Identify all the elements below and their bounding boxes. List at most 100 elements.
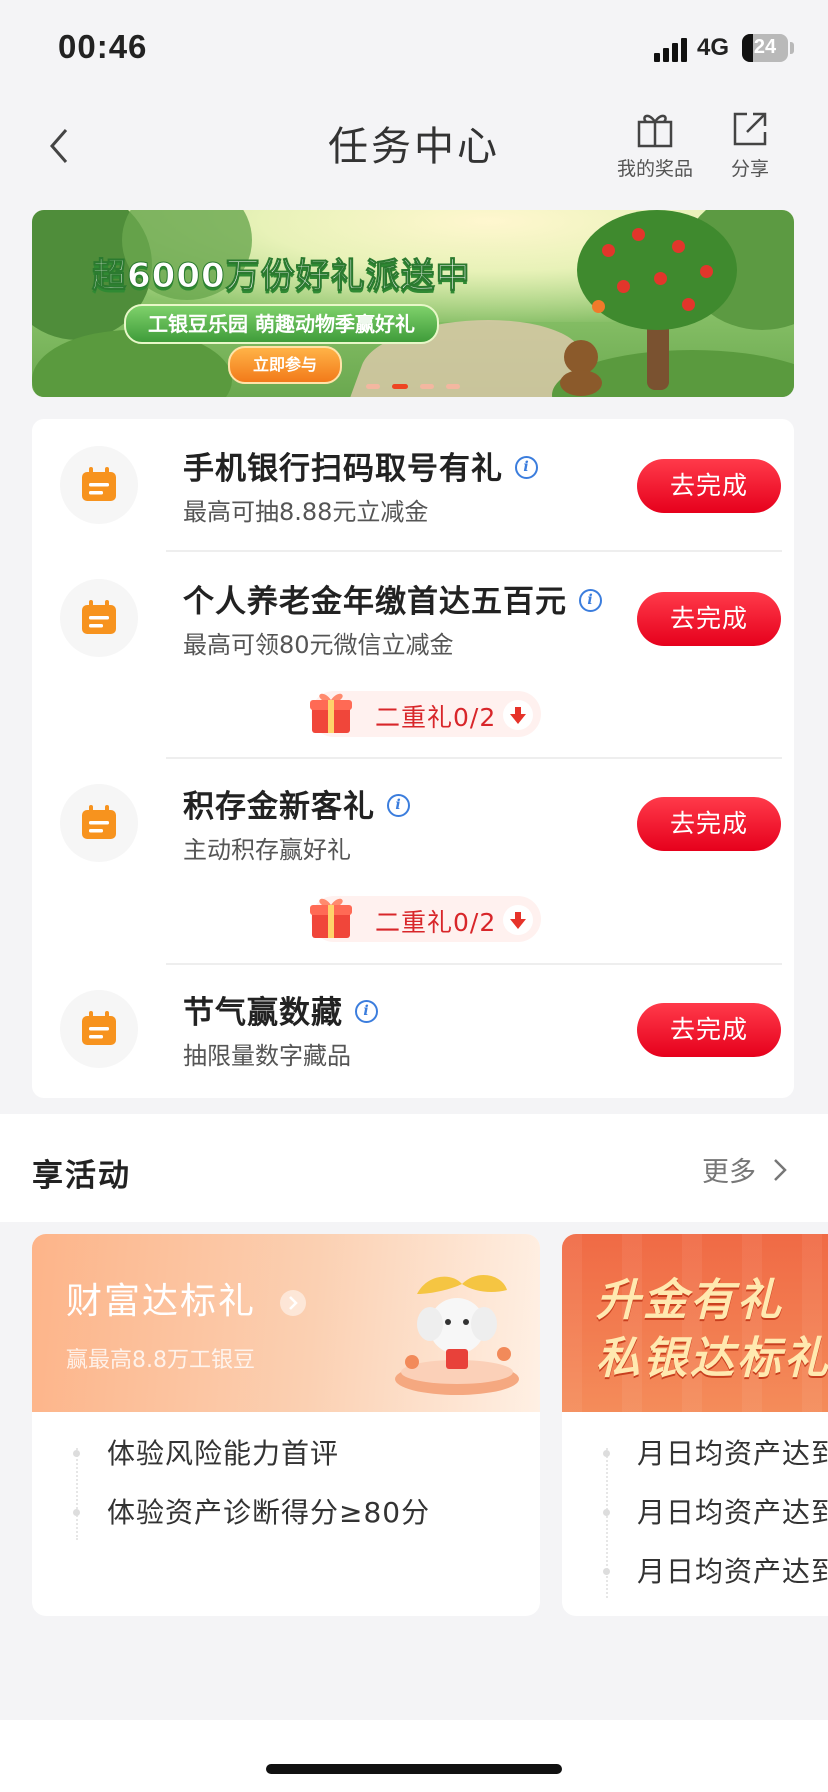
apple bbox=[617, 280, 630, 293]
page-dot-active bbox=[392, 384, 408, 389]
complete-task-button[interactable]: 去完成 bbox=[637, 797, 781, 851]
task-name: 积存金新客礼 bbox=[183, 789, 375, 825]
timeline-dot bbox=[603, 1568, 610, 1575]
task-item: 个人养老金年缴首达五百元 i 最高可领80元微信立减金 去完成 二重礼0/2 bbox=[32, 552, 794, 757]
task-name: 手机银行扫码取号有礼 bbox=[183, 451, 503, 487]
banner-subline: 工银豆乐园 萌趣动物季赢好礼 bbox=[124, 304, 439, 344]
task-icon bbox=[60, 784, 138, 862]
activity-title: 财富达标礼 bbox=[66, 1272, 307, 1324]
task-desc: 主动积存赢好礼 bbox=[183, 836, 351, 864]
complete-task-button[interactable]: 去完成 bbox=[637, 1003, 781, 1057]
timeline-dot bbox=[73, 1509, 80, 1516]
task-name: 个人养老金年缴首达五百元 bbox=[183, 584, 567, 620]
activity-title-line2: 私银达标礼 bbox=[596, 1333, 828, 1384]
apple bbox=[682, 298, 695, 311]
monkey-mascot bbox=[564, 340, 598, 374]
signal-icon bbox=[654, 38, 690, 62]
chevron-left-icon bbox=[50, 129, 68, 163]
battery-level: 24 bbox=[753, 36, 777, 58]
calendar-icon bbox=[82, 600, 116, 634]
info-icon[interactable]: i bbox=[515, 456, 538, 479]
task-list: 手机银行扫码取号有礼 i 最高可抽8.88元立减金 去完成 个人养老金年缴首达五百… bbox=[32, 419, 794, 1098]
activity-requirement: 月日均资产达到 bbox=[637, 1555, 828, 1588]
banner-pagination bbox=[32, 374, 794, 393]
status-time: 00:46 bbox=[58, 28, 148, 65]
page-dot bbox=[366, 384, 380, 389]
apple bbox=[654, 272, 667, 285]
gift-box-icon bbox=[310, 898, 352, 938]
gift-box-icon bbox=[310, 693, 352, 733]
page-title: 任务中心 bbox=[328, 124, 500, 170]
activity-subtitle: 赢最高8.8万工银豆 bbox=[66, 1348, 255, 1373]
timeline-line bbox=[76, 1448, 79, 1540]
expand-toggle bbox=[503, 700, 533, 730]
elephant-mascot-icon bbox=[395, 1275, 519, 1395]
timeline-dot bbox=[73, 1450, 80, 1457]
chevron-right-icon[interactable] bbox=[772, 1156, 788, 1184]
complete-task-button[interactable]: 去完成 bbox=[637, 459, 781, 513]
task-item: 手机银行扫码取号有礼 i 最高可抽8.88元立减金 去完成 bbox=[32, 419, 794, 556]
promo-banner[interactable]: 超6000万份好礼派送中 工银豆乐园 萌趣动物季赢好礼 立即参与 bbox=[32, 210, 794, 397]
banner-headline: 超6000万份好礼派送中 bbox=[92, 256, 471, 297]
share-button[interactable]: 分享 bbox=[722, 110, 778, 181]
gift-icon bbox=[637, 114, 673, 148]
more-link[interactable]: 更多 bbox=[702, 1150, 756, 1189]
battery-icon: 24 bbox=[742, 34, 788, 62]
section-title: 享活动 bbox=[32, 1158, 131, 1194]
task-name: 节气赢数藏 bbox=[183, 995, 343, 1031]
back-button[interactable] bbox=[42, 126, 78, 166]
network-type: 4G bbox=[697, 34, 730, 61]
calendar-icon bbox=[82, 805, 116, 839]
my-prizes-button[interactable]: 我的奖品 bbox=[610, 110, 700, 181]
battery-tip bbox=[790, 42, 794, 54]
timeline-dot bbox=[603, 1509, 610, 1516]
home-indicator[interactable] bbox=[266, 1764, 562, 1774]
bonus-label: 二重礼0/2 bbox=[375, 908, 497, 937]
apple bbox=[592, 300, 605, 313]
page-dot bbox=[420, 384, 434, 389]
activity-requirement: 体验风险能力首评 bbox=[107, 1437, 340, 1470]
bottom-safe-area bbox=[0, 1720, 828, 1792]
share-icon bbox=[733, 112, 767, 146]
activity-card[interactable]: 升金有礼 私银达标礼 月日均资产达到 月日均资产达到 月日均资产达到 bbox=[562, 1234, 828, 1616]
arrow-down-icon bbox=[510, 912, 526, 929]
apple bbox=[672, 240, 685, 253]
activity-card[interactable]: 财富达标礼 赢最高8.8万工银豆 体验风险能力首评 体验资产诊断得分≥80分 bbox=[32, 1234, 540, 1616]
task-item: 节气赢数藏 i 抽限量数字藏品 去完成 bbox=[32, 963, 794, 1098]
info-icon[interactable]: i bbox=[387, 794, 410, 817]
arrow-down-icon bbox=[510, 707, 526, 724]
info-icon[interactable]: i bbox=[355, 1000, 378, 1023]
info-icon[interactable]: i bbox=[579, 589, 602, 612]
activities-section-header: 享活动 更多 bbox=[0, 1114, 828, 1222]
bonus-reward-toggle[interactable]: 二重礼0/2 bbox=[310, 691, 541, 737]
calendar-icon bbox=[82, 1011, 116, 1045]
apple bbox=[700, 265, 713, 278]
bonus-reward-toggle[interactable]: 二重礼0/2 bbox=[310, 896, 541, 942]
activity-card-header: 财富达标礼 赢最高8.8万工银豆 bbox=[32, 1234, 540, 1412]
task-item: 积存金新客礼 i 主动积存赢好礼 去完成 二重礼0/2 bbox=[32, 757, 794, 963]
apple bbox=[602, 244, 615, 257]
task-desc: 抽限量数字藏品 bbox=[183, 1042, 351, 1070]
expand-toggle bbox=[503, 905, 533, 935]
complete-task-button[interactable]: 去完成 bbox=[637, 592, 781, 646]
activity-requirement: 月日均资产达到 bbox=[637, 1496, 828, 1529]
timeline-line bbox=[606, 1448, 609, 1598]
activity-card-header: 升金有礼 私银达标礼 bbox=[562, 1234, 828, 1412]
my-prizes-label: 我的奖品 bbox=[616, 158, 693, 180]
timeline-dot bbox=[603, 1450, 610, 1457]
task-desc: 最高可领80元微信立减金 bbox=[183, 631, 454, 659]
task-desc: 最高可抽8.88元立减金 bbox=[183, 498, 429, 526]
task-icon bbox=[60, 446, 138, 524]
page-dot bbox=[446, 384, 460, 389]
activity-requirement: 体验资产诊断得分≥80分 bbox=[107, 1496, 431, 1529]
task-icon bbox=[60, 579, 138, 657]
calendar-icon bbox=[82, 467, 116, 501]
status-bar: 00:46 4G 24 bbox=[0, 0, 828, 100]
activity-title-line1: 升金有礼 bbox=[596, 1275, 784, 1326]
apple bbox=[632, 228, 645, 241]
bonus-label: 二重礼0/2 bbox=[375, 703, 497, 732]
nav-header: 任务中心 我的奖品 分享 bbox=[0, 100, 828, 195]
task-icon bbox=[60, 990, 138, 1068]
activity-requirement: 月日均资产达到 bbox=[637, 1437, 828, 1470]
arrow-circle-icon bbox=[280, 1290, 307, 1316]
